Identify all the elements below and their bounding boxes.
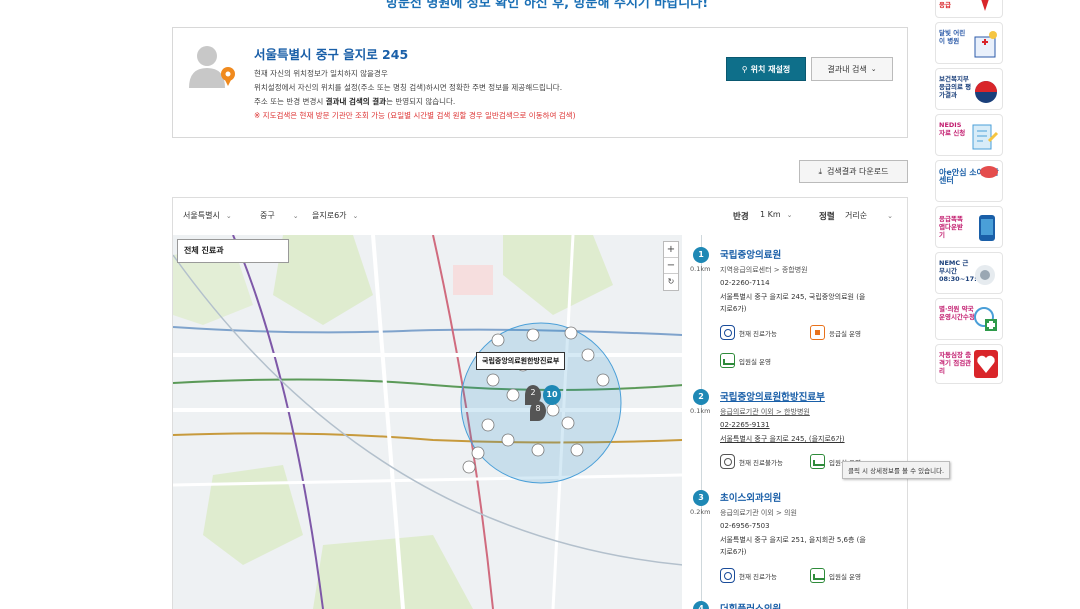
pin-icon: ⚲ [741, 64, 748, 74]
cluster-marker[interactable]: 8 [530, 401, 546, 421]
sidebar-item-child-consult[interactable]: 아e안심 소아상담센터 [935, 160, 1003, 202]
smartphone-app-icon [979, 215, 995, 241]
chevron-down-icon: ⌄ [786, 211, 793, 219]
clock-icon [720, 325, 735, 340]
refresh-icon[interactable]: ↻ [664, 274, 678, 290]
clock-icon [720, 568, 735, 583]
status-badge: 응급실 운영 [810, 325, 861, 340]
sidebar-item-evaluation[interactable]: 보건복지부 응급의료 평가결과 [935, 68, 1003, 110]
chevron-down-icon: ⌄ [887, 212, 893, 220]
bed-icon [720, 353, 735, 368]
result-list: 1 0.1km 국립중앙의료원 지역응급의료센터 > 종합병원 02-2260-… [682, 235, 908, 609]
district-select[interactable]: 중구 ⌄ [260, 210, 299, 221]
radius-select[interactable]: 1 Km ⌄ [760, 210, 793, 219]
sidebar-item-app-download[interactable]: 응급똑똑 앱다운받기 [935, 206, 1003, 248]
zoom-control: + − ↻ [663, 241, 679, 291]
top-notice: 방문전 병원에 정보 확인 하신 후, 방문해 주시기 바랍니다! [386, 0, 709, 11]
status-badge: 현재 진료가능 [720, 325, 777, 340]
chevron-down-icon: ⌄ [870, 65, 877, 73]
status-badge: 현재 진료가능 [720, 568, 777, 583]
loc-info-1: 현재 자신의 위치정보가 일치하지 않을경우 [254, 69, 388, 78]
map-tooltip: 국립중앙의료원한방진료부 [476, 352, 566, 370]
chat-bubble-icon [980, 166, 998, 178]
location-panel: 서울특별시 중구 을지로 245 현재 자신의 위치정보가 일치하지 않을경우 … [172, 27, 908, 138]
chevron-down-icon: ⌄ [352, 212, 359, 220]
sidebar-item-pharmacy-hours[interactable]: 별·의원 약국 운영시간수정 [935, 298, 1003, 340]
sort-select[interactable]: 거리순 ⌄ [845, 210, 893, 221]
emergency-icon [810, 325, 825, 340]
loc-info-3: 주소 또는 반경 변경시 결과내 검색의 결과는 반영되지 않습니다. [254, 97, 456, 106]
bed-icon [810, 568, 825, 583]
download-results-button[interactable]: ⤓ 검색결과 다운로드 [799, 160, 908, 183]
map-canvas[interactable] [173, 235, 682, 609]
loc-info-2: 위치설정에서 자신의 위치를 설정(주소 또는 명칭 검색)하시면 정확한 주변… [254, 83, 563, 92]
filter-bar: 서울특별시 ⌄ 중구 ⌄ 을지로6가 ⌄ 반경 1 Km ⌄ 정렬 거리순 ⌄ [172, 197, 908, 235]
chevron-down-icon: ⌄ [225, 212, 232, 220]
chevron-down-icon: ⌄ [292, 212, 299, 220]
aed-heart-icon [974, 350, 998, 378]
sidebar-item-emergency[interactable]: 응급 [935, 0, 1003, 18]
department-select[interactable]: 전체 진료과 [177, 239, 289, 263]
zoom-in-button[interactable]: + [664, 242, 678, 258]
zoom-out-button[interactable]: − [664, 258, 678, 274]
bed-icon [810, 454, 825, 469]
cluster-marker[interactable]: 10 [543, 385, 561, 405]
status-badge: 입원실 운영 [810, 568, 861, 583]
hospital-icon [974, 31, 997, 58]
hover-tooltip: 클릭 시 상세정보를 볼 수 있습니다. [842, 461, 951, 479]
government-emblem-icon [975, 81, 997, 103]
headset-support-icon [975, 265, 995, 285]
radius-label: 반경 [733, 212, 749, 222]
map-pin-icon [981, 0, 989, 11]
user-location-icon [189, 46, 235, 88]
clock-icon [720, 454, 735, 469]
status-badge: 현재 진료불가능 [720, 454, 783, 469]
hospital-name[interactable]: 국립중앙의료원한방진료부 [720, 389, 825, 403]
hospital-name[interactable]: 국립중앙의료원 [720, 247, 781, 261]
sidebar-item-moonlight-clinic[interactable]: 달빛 어린이 병원 [935, 22, 1003, 64]
pharmacy-cross-icon [974, 307, 997, 331]
status-badge: 입원실 운영 [720, 353, 771, 368]
sidebar-item-nemc-hours[interactable]: NEMC 근무시간 08:30~17:30 [935, 252, 1003, 294]
sidebar-item-nedis[interactable]: NEDIS 자료 신청 [935, 114, 1003, 156]
download-icon: ⤓ [818, 166, 823, 176]
search-within-button[interactable]: 결과내 검색 ⌄ [811, 57, 893, 81]
document-icon [972, 124, 999, 150]
hospital-name[interactable]: 초이스외과의원 [720, 490, 781, 504]
city-select[interactable]: 서울특별시 ⌄ [183, 210, 232, 221]
dong-select[interactable]: 을지로6가 ⌄ [312, 210, 358, 221]
current-address: 서울특별시 중구 을지로 245 [254, 47, 409, 62]
sidebar-item-aed-management[interactable]: 자동심장 충격기 점검관리 [935, 344, 1003, 384]
sort-label: 정렬 [819, 212, 835, 222]
reset-location-button[interactable]: ⚲ 위치 재설정 [726, 57, 806, 81]
hospital-name[interactable]: 더힐플러스의원 [720, 601, 781, 609]
map-view[interactable]: 전체 진료과 + − ↻ 국립중앙의료원한방진료부 2 10 8 [172, 235, 682, 609]
map-notice: ※ 지도검색은 현재 방문 기관만 조회 가능 (요일별 시간별 검색 원할 경… [254, 111, 576, 120]
